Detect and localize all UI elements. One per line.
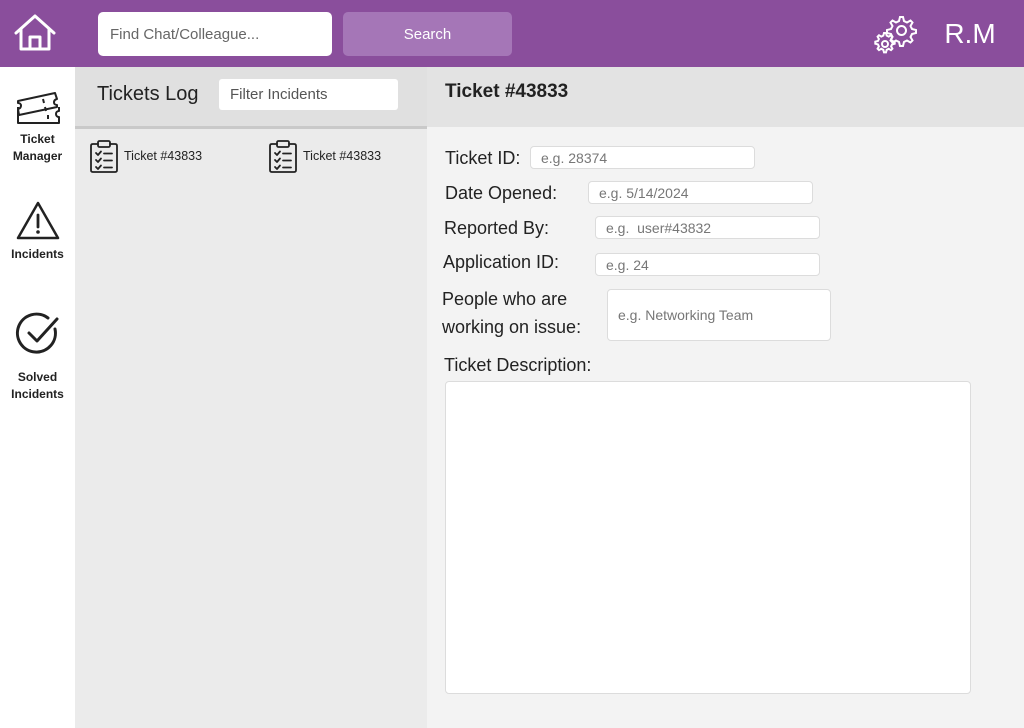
home-button[interactable] <box>12 13 58 53</box>
ticket-detail-panel: Ticket #43833 Ticket ID: Date Opened: Re… <box>427 67 1024 728</box>
sidebar-item-ticket-manager[interactable]: Ticket Manager <box>0 85 75 165</box>
people-working-label: People who are working on issue: <box>442 287 581 339</box>
sidebar-item-label: Ticket <box>20 132 55 146</box>
people-working-label-line2: working on issue: <box>442 317 582 337</box>
clipboard-list-icon <box>269 139 297 173</box>
date-opened-input[interactable] <box>588 181 813 204</box>
sidebar-item-label: Incidents <box>11 247 64 261</box>
tickets-log-panel: Tickets Log Ticket #43833 Ticket #438 <box>75 67 427 728</box>
ticket-list-item[interactable]: Ticket #43833 <box>89 138 202 174</box>
people-working-label-line1: People who are <box>442 289 568 309</box>
people-working-input[interactable] <box>607 289 831 341</box>
ticket-list-item-label: Ticket #43833 <box>124 149 203 163</box>
gear-icon <box>874 16 917 54</box>
top-bar: Search R.M <box>0 0 1024 67</box>
application-id-input[interactable] <box>595 253 820 276</box>
warning-icon <box>16 201 59 240</box>
date-opened-label: Date Opened: <box>445 183 558 203</box>
home-icon <box>14 14 56 51</box>
sidebar: Ticket Manager Incidents Solved Incident… <box>0 67 75 728</box>
ticket-icon <box>16 92 60 124</box>
user-avatar[interactable]: R.M <box>935 16 1005 52</box>
ticket-id-label: Ticket ID: <box>445 148 521 168</box>
sidebar-item-label: Manager <box>12 149 63 163</box>
sidebar-item-label: Incidents <box>11 387 64 401</box>
check-circle-icon <box>15 312 58 354</box>
ticket-description-label: Ticket Description: <box>444 355 592 375</box>
reported-by-label: Reported By: <box>444 218 550 238</box>
colleague-search-input[interactable] <box>98 12 332 56</box>
tickets-log-title: Tickets Log <box>97 83 199 105</box>
ticket-detail-title: Ticket #43833 <box>445 81 569 102</box>
filter-incidents-input[interactable] <box>219 79 398 110</box>
application-id-label: Application ID: <box>443 252 560 272</box>
ticket-list-item-label: Ticket #43833 <box>303 149 382 163</box>
search-button[interactable]: Search <box>343 12 512 56</box>
sidebar-item-label: Solved <box>17 370 58 384</box>
sidebar-item-incidents[interactable]: Incidents <box>0 200 75 263</box>
ticket-id-input[interactable] <box>530 146 755 169</box>
ticket-detail-header: Ticket #43833 <box>427 67 1024 127</box>
settings-button[interactable] <box>872 11 918 57</box>
clipboard-list-icon <box>90 139 118 173</box>
tickets-log-header: Tickets Log <box>75 67 427 129</box>
ticket-list-item[interactable]: Ticket #43833 <box>268 138 381 174</box>
reported-by-input[interactable] <box>595 216 820 239</box>
ticket-description-textarea[interactable] <box>445 381 971 694</box>
sidebar-item-solved-incidents[interactable]: Solved Incidents <box>0 311 75 403</box>
